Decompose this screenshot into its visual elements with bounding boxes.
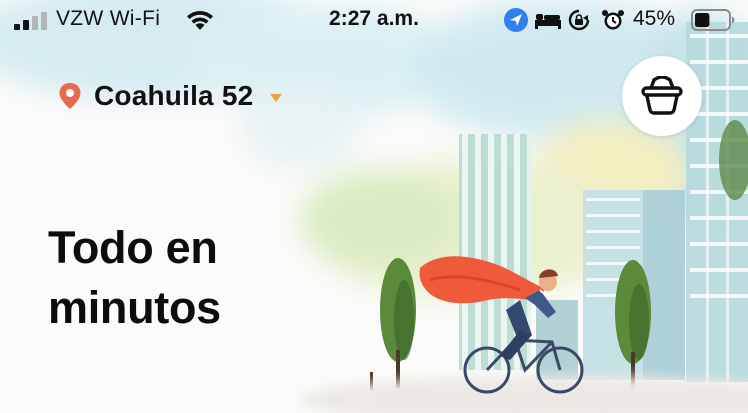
ground-wash	[300, 376, 748, 413]
location-name: Coahuila 52	[94, 80, 254, 111]
app-screen: VZW Wi-Fi 2:27 a.m. 45% Coahuila 52 Todo…	[0, 0, 748, 413]
location-arrow-icon	[504, 8, 528, 32]
basket-icon	[641, 76, 683, 115]
cart-button[interactable]	[622, 56, 702, 136]
map-pin-icon	[59, 83, 81, 109]
hero-illustration	[0, 0, 748, 413]
caret-down-icon	[270, 94, 283, 102]
alarm-clock-icon	[602, 10, 624, 30]
headline-line-1: Todo en	[48, 222, 218, 273]
location-selector[interactable]: Coahuila 52	[58, 78, 283, 114]
status-icons-group	[504, 8, 624, 32]
battery-percentage: 45%	[633, 7, 676, 30]
hero-headline: Todo en minutos	[48, 218, 338, 338]
rotation-lock-icon	[568, 9, 590, 31]
headline-line-2: minutos	[48, 282, 221, 333]
battery-icon	[691, 9, 735, 31]
bed-icon	[535, 14, 561, 29]
status-bar: VZW Wi-Fi 2:27 a.m. 45%	[0, 0, 748, 40]
